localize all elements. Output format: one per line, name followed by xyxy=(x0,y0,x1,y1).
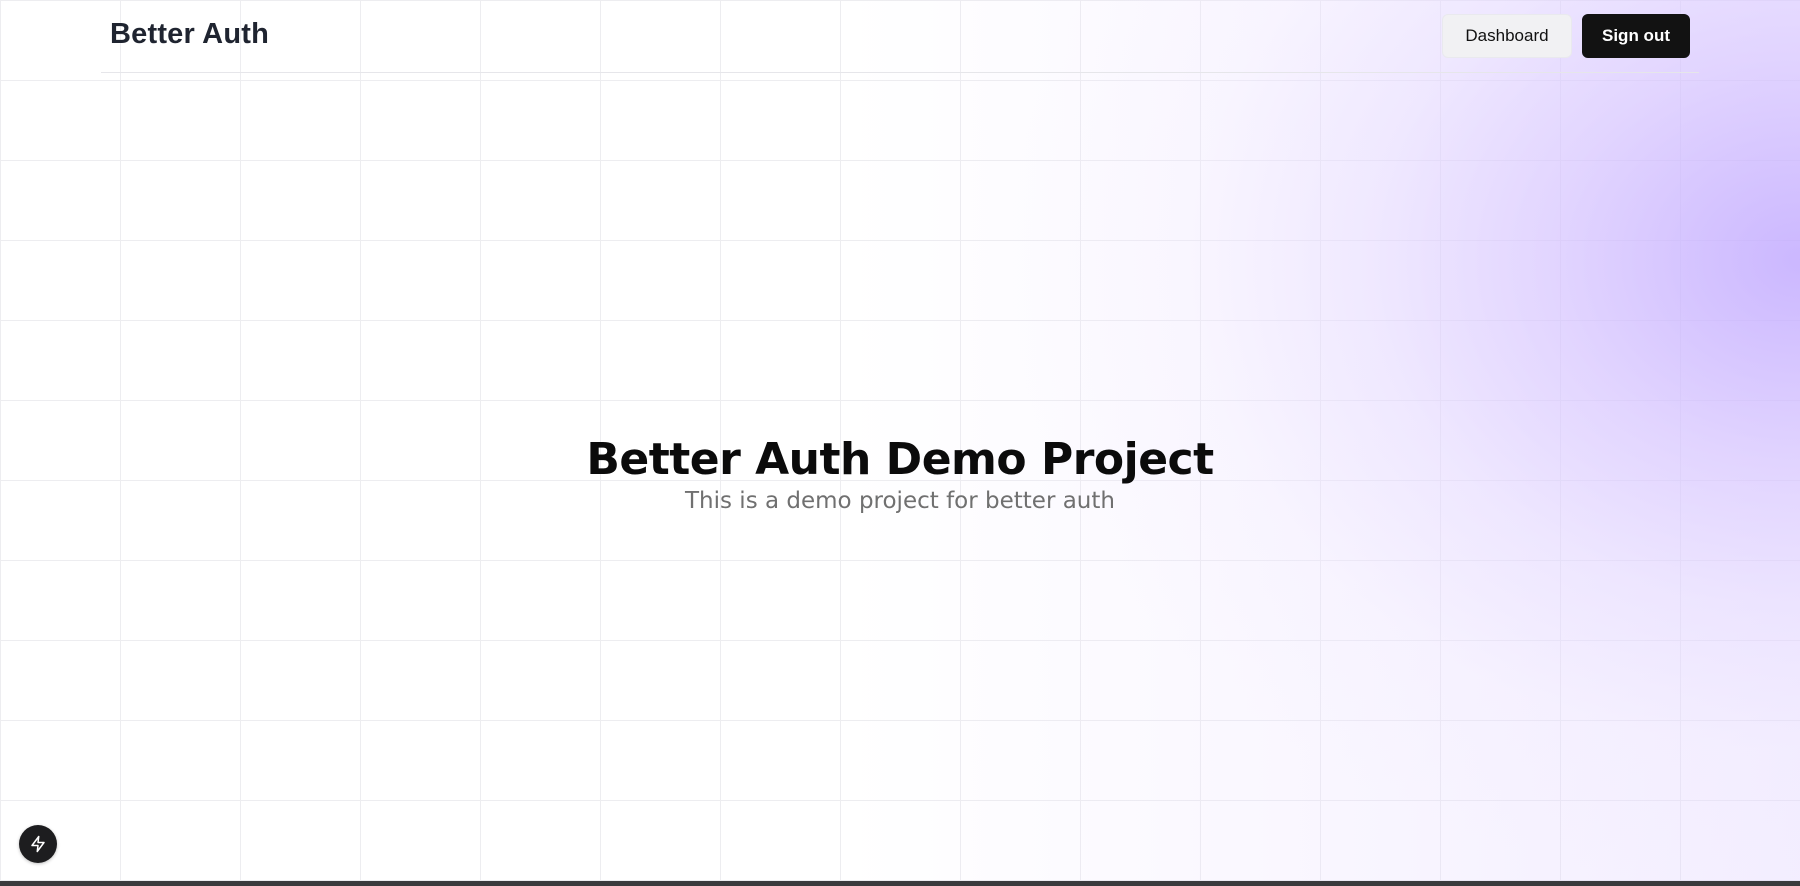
sign-out-button[interactable]: Sign out xyxy=(1582,14,1690,58)
lightning-icon xyxy=(31,835,45,853)
window-bottom-edge xyxy=(0,881,1800,886)
top-navbar: Better Auth Dashboard Sign out xyxy=(101,0,1699,73)
dashboard-button[interactable]: Dashboard xyxy=(1442,14,1572,58)
lightning-fab-button[interactable] xyxy=(19,825,57,863)
brand-logo-text[interactable]: Better Auth xyxy=(110,18,269,51)
page-subtitle: This is a demo project for better auth xyxy=(685,488,1115,514)
hero-section: Better Auth Demo Project This is a demo … xyxy=(0,430,1800,516)
page-title: Better Auth Demo Project xyxy=(586,434,1214,485)
page: Better Auth Dashboard Sign out Better Au… xyxy=(0,0,1800,881)
